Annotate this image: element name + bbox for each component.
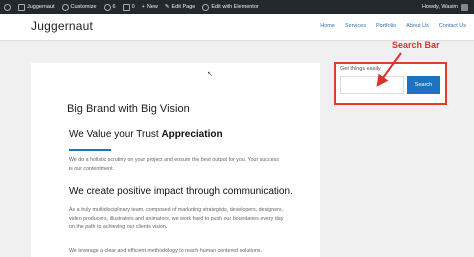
annotation-arrow-icon [376,52,402,87]
